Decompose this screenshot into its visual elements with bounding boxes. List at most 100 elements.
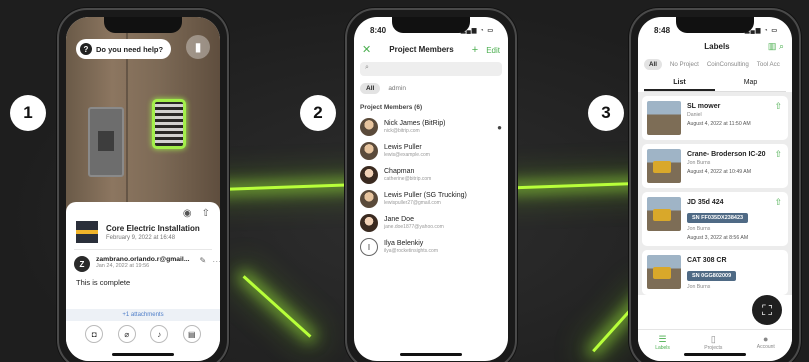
- paperclip-icon[interactable]: ⌀: [117, 325, 136, 343]
- scan-button[interactable]: ⛶: [752, 295, 782, 325]
- tab-account[interactable]: ● Account: [757, 334, 775, 361]
- label-title: SL mower: [687, 103, 721, 110]
- person-icon: ●: [763, 334, 769, 344]
- share-icon[interactable]: ⇧: [774, 197, 782, 208]
- share-icon[interactable]: ⇧: [774, 149, 782, 160]
- camera-icon[interactable]: ◘: [85, 325, 104, 343]
- help-button[interactable]: ? Do you need help?: [76, 39, 172, 59]
- list-item[interactable]: Lewis Puller lewis@example.com: [354, 139, 508, 163]
- member-email: nick@bitrip.com: [384, 128, 420, 134]
- flashlight-icon: ▮: [194, 40, 202, 54]
- qr-label-highlight[interactable]: [152, 99, 186, 149]
- clipboard-icon: ▯: [710, 334, 716, 344]
- home-indicator: [112, 353, 174, 356]
- member-name: Lewis Puller (SG Trucking): [384, 192, 467, 199]
- list-item[interactable]: Lewis Puller (SG Trucking) lewispuller27@…: [354, 187, 508, 211]
- label-owner: Jon Burns: [687, 160, 711, 166]
- avatar: [360, 118, 378, 136]
- help-label: Do you need help?: [96, 44, 164, 54]
- list-item[interactable]: Jane Doe jane.doe1877@yahoo.com: [354, 211, 508, 235]
- map-icon[interactable]: ▥: [768, 41, 777, 51]
- label-title: CAT 308 CR: [687, 257, 727, 264]
- member-email: lewispuller27@gmail.com: [384, 200, 441, 206]
- filter-tool-acc[interactable]: Tool Acc: [757, 59, 780, 70]
- step-badge-2: 2: [300, 95, 336, 131]
- flashlight-button[interactable]: ▮: [186, 35, 210, 59]
- list-item[interactable]: I Ilya Belenkiy ilya@rocketinsights.com: [354, 235, 508, 259]
- serial-badge: SN FF035DX238423: [687, 213, 749, 223]
- share-icon[interactable]: ⇧: [202, 208, 210, 219]
- search-icon[interactable]: ⌕: [779, 41, 784, 51]
- list-item[interactable]: Nick James (BitRip) nick@bitrip.com ●: [354, 115, 508, 139]
- search-icon: ⌕: [365, 64, 369, 71]
- microphone-icon[interactable]: ♪: [150, 325, 169, 343]
- status-time: 8:48: [654, 26, 671, 35]
- installation-date: February 9, 2022 at 16:48: [106, 234, 176, 241]
- status-time: 8:40: [370, 26, 387, 35]
- avatar: Z: [74, 256, 90, 272]
- filter-all[interactable]: All: [644, 59, 662, 70]
- avatar: [360, 142, 378, 160]
- message-icon[interactable]: ▤: [182, 325, 201, 343]
- notch: [676, 17, 754, 33]
- tab-map[interactable]: Map: [715, 76, 786, 91]
- eye-icon[interactable]: ◉: [183, 208, 192, 219]
- edit-button[interactable]: Edit: [486, 46, 500, 55]
- attachments-link[interactable]: +1 attachments: [66, 309, 220, 321]
- section-header: Project Members (6): [360, 104, 423, 111]
- label-card[interactable]: JD 35d 424 SN FF035DX238423 Jon Burns Augus…: [642, 192, 788, 246]
- comment-author: zambrano.orlando.r@gmail...: [96, 256, 190, 263]
- list-item[interactable]: Chapman catherine@bitrip.com: [354, 163, 508, 187]
- project-filters: All No Project CoinConsulting Tool Acc: [638, 57, 792, 74]
- view-toggle: List Map: [644, 76, 786, 92]
- label-card[interactable]: CAT 308 CR SN 0GG802009 Jon Burns: [642, 250, 788, 295]
- label-date: August 4, 2022 at 10:49 AM: [687, 169, 752, 175]
- member-name: Chapman: [384, 168, 415, 175]
- label-card[interactable]: SL mower Daniel August 4, 2022 at 11:50 AM…: [642, 96, 788, 140]
- member-email: catherine@bitrip.com: [384, 176, 432, 182]
- member-email: ilya@rocketinsights.com: [384, 248, 438, 254]
- list-icon: ☰: [658, 334, 667, 344]
- label-photo: [647, 255, 681, 289]
- member-email: jane.doe1877@yahoo.com: [384, 224, 444, 230]
- comment-text: This is complete: [76, 278, 131, 287]
- label-card[interactable]: Crane- Broderson IC-20 Jon Burns August 4,…: [642, 144, 788, 188]
- share-icon[interactable]: ⇧: [774, 101, 782, 112]
- tab-projects[interactable]: ▯ Projects: [704, 334, 722, 361]
- close-icon[interactable]: ✕: [362, 43, 371, 56]
- installation-logo: [76, 221, 98, 243]
- member-name: Lewis Puller: [384, 144, 422, 151]
- tab-labels[interactable]: ☰ Labels: [655, 334, 670, 361]
- notch: [392, 17, 470, 33]
- tab-label: Account: [756, 344, 775, 350]
- phone-1-scan-screen: ? Do you need help? ▮ ◉ ⇧ Core Electric …: [57, 8, 229, 362]
- label-photo: [647, 197, 681, 231]
- label-title: JD 35d 424: [687, 199, 724, 206]
- serial-badge: SN 0GG802009: [687, 271, 737, 281]
- label-date: August 3, 2022 at 8:56 AM: [687, 235, 749, 241]
- home-indicator: [684, 353, 746, 356]
- filter-admin[interactable]: admin: [388, 85, 406, 92]
- step-badge-1: 1: [10, 95, 46, 131]
- filter-all[interactable]: All: [360, 83, 381, 94]
- lockbox: [88, 107, 124, 177]
- avatar: [360, 166, 378, 184]
- bottom-tab-bar: ☰ Labels ▯ Projects ● Account: [638, 329, 792, 361]
- label-owner: Jon Burns: [687, 284, 711, 290]
- tab-list[interactable]: List: [644, 76, 715, 91]
- more-icon[interactable]: ···: [212, 256, 220, 266]
- tab-label: Labels: [655, 345, 670, 351]
- filter-coinconsulting[interactable]: CoinConsulting: [707, 59, 749, 70]
- label-detail-sheet: ◉ ⇧ Core Electric Installation February …: [66, 202, 220, 361]
- label-date: August 4, 2022 at 11:50 AM: [687, 121, 751, 127]
- member-name: Nick James (BitRip): [384, 120, 446, 127]
- avatar: [360, 214, 378, 232]
- filter-no-project[interactable]: No Project: [670, 59, 699, 70]
- add-icon[interactable]: +: [472, 44, 478, 56]
- edit-icon[interactable]: ✎: [200, 256, 207, 265]
- person-icon: ●: [497, 122, 502, 132]
- search-input[interactable]: ⌕: [360, 62, 502, 76]
- label-title: Crane- Broderson IC-20: [687, 151, 766, 158]
- comment-toolbar: ◘ ⌀ ♪ ▤: [66, 325, 220, 343]
- page-title: Project Members: [389, 45, 454, 54]
